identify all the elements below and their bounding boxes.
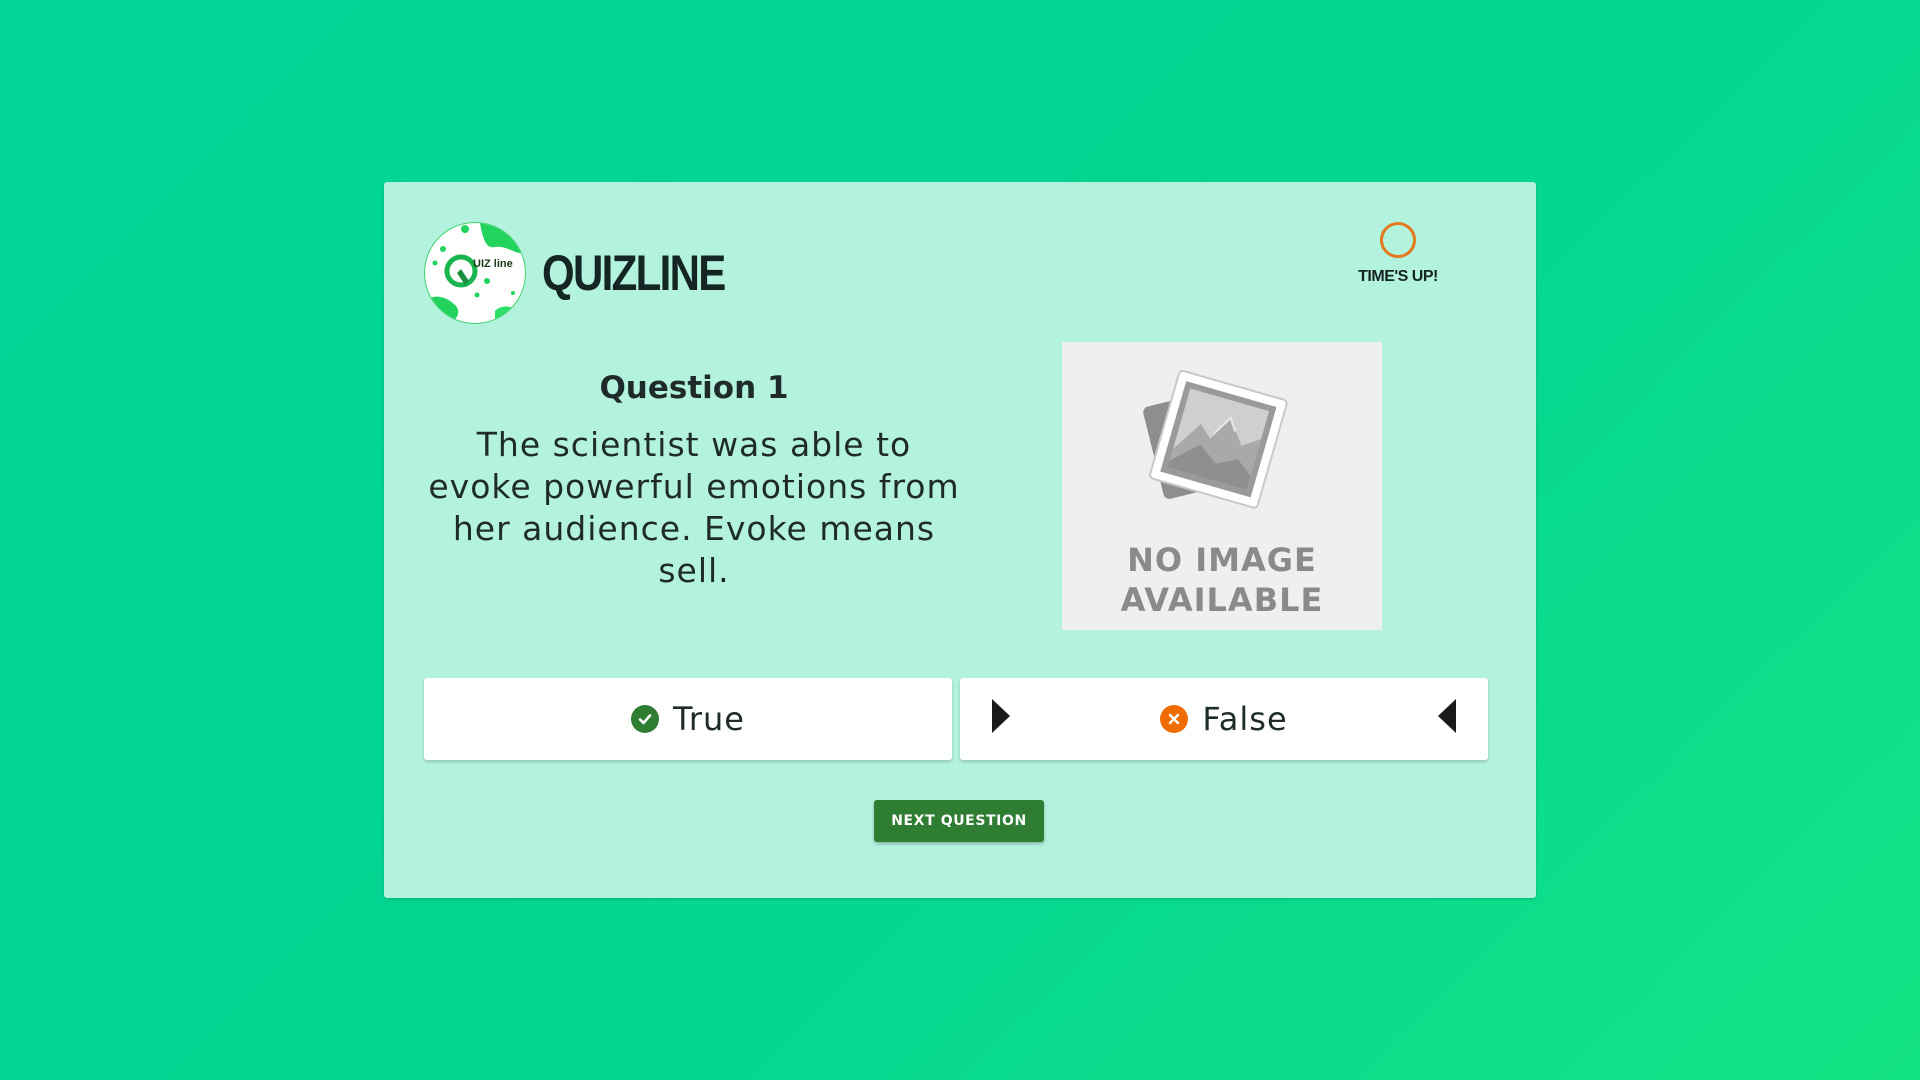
brand-header: UIZ line QUIZLINE (424, 222, 759, 324)
timer-ring-icon (1380, 222, 1416, 258)
selection-arrow-left-icon (1438, 699, 1456, 733)
false-answer-label: False (1202, 700, 1288, 738)
selection-arrow-right-icon (992, 699, 1010, 733)
no-image-line2: AVAILABLE (1120, 581, 1324, 619)
logo-text: UIZ line (473, 258, 513, 270)
check-circle-icon (631, 705, 660, 733)
true-answer-label: True (673, 700, 745, 738)
next-question-button[interactable]: NEXT QUESTION (874, 800, 1044, 842)
timer: TIME'S UP! (1338, 222, 1458, 286)
question-text: The scientist was able to evoke powerful… (428, 425, 960, 590)
no-image-line1: NO IMAGE (1127, 541, 1317, 579)
answer-options: True False (424, 678, 1488, 760)
false-answer-button[interactable]: False (960, 678, 1488, 760)
photo-icon (1143, 369, 1288, 509)
question-block: Question 1 The scientist was able to evo… (424, 370, 964, 592)
no-image-text: NO IMAGE AVAILABLE (1062, 540, 1382, 620)
quiz-card: UIZ line QUIZLINE TIME'S UP! Question 1 … (384, 182, 1536, 898)
timer-label: TIME'S UP! (1358, 268, 1438, 285)
brand-name: QUIZLINE (542, 245, 726, 301)
no-image-placeholder: NO IMAGE AVAILABLE (1062, 342, 1382, 630)
true-answer-button[interactable]: True (424, 678, 952, 760)
cancel-circle-icon (1160, 705, 1189, 733)
question-title: Question 1 (599, 370, 789, 406)
quizline-logo: UIZ line (424, 222, 526, 324)
